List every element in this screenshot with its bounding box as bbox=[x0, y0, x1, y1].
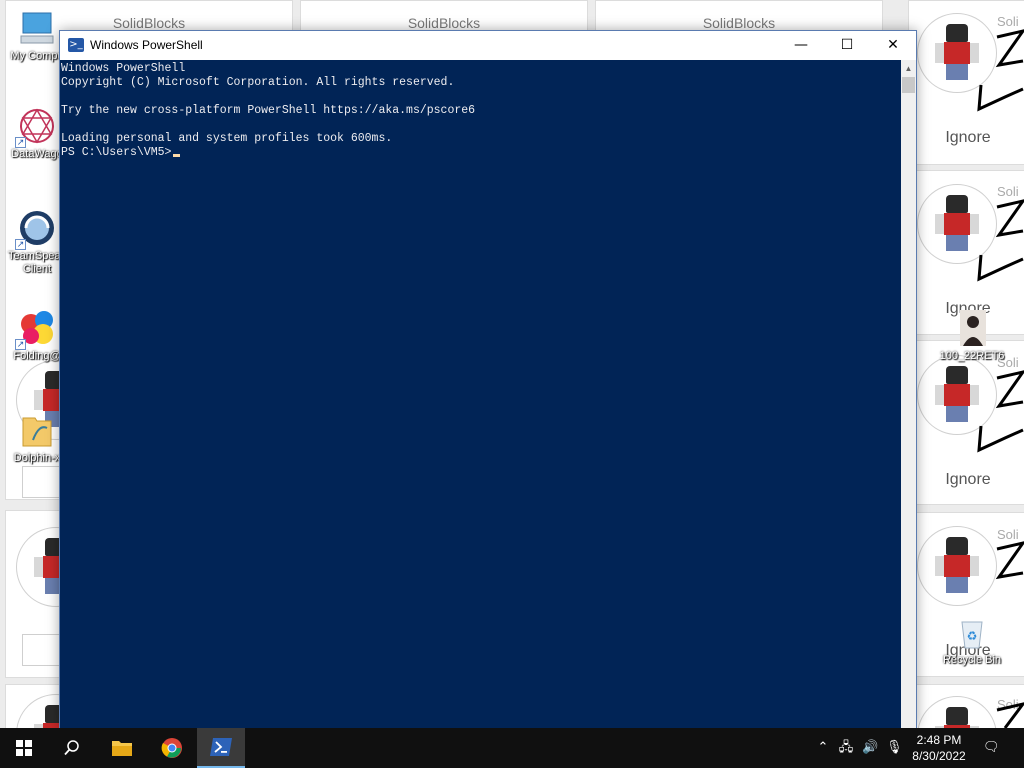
powershell-icon bbox=[210, 738, 232, 756]
chevron-up-icon[interactable]: ⌃ bbox=[815, 740, 831, 756]
powershell-window[interactable]: >_ Windows PowerShell — ☐ ✕ Windows Powe… bbox=[59, 30, 917, 728]
scrollbar-thumb[interactable] bbox=[902, 77, 915, 93]
minimize-button[interactable]: — bbox=[778, 31, 824, 60]
maximize-button[interactable]: ☐ bbox=[824, 31, 870, 60]
taskbar-chrome[interactable] bbox=[148, 728, 196, 768]
tile-title: SolidBlocks bbox=[702, 15, 776, 31]
scribble-drawing bbox=[977, 370, 1024, 453]
notifications-icon[interactable]: 🗨 bbox=[983, 740, 1000, 756]
ignore-box bbox=[22, 466, 62, 498]
svg-text:♻: ♻ bbox=[967, 629, 978, 643]
search-icon bbox=[64, 740, 79, 756]
photo-icon bbox=[952, 308, 992, 348]
desktop-icon-recycle-bin[interactable]: ♻ Recycle Bin bbox=[935, 612, 1009, 667]
taskbar-file-explorer[interactable] bbox=[98, 728, 146, 768]
file-explorer-icon bbox=[112, 741, 132, 756]
powershell-icon: >_ bbox=[68, 38, 84, 52]
desktop-icon-label: Recycle Bin bbox=[942, 654, 1002, 666]
ignore-label: Ignore bbox=[945, 129, 991, 146]
volume-icon[interactable]: 🔊 bbox=[862, 740, 878, 756]
console-line: Windows PowerShell bbox=[61, 62, 186, 75]
network-icon[interactable]: 🖧 bbox=[838, 740, 854, 756]
computer-icon bbox=[17, 8, 57, 48]
start-button[interactable] bbox=[0, 728, 48, 768]
close-button[interactable]: ✕ bbox=[870, 31, 916, 60]
taskbar-clock[interactable]: 2:48 PM 8/30/2022 bbox=[906, 732, 972, 764]
ignore-label: Ignore bbox=[945, 471, 991, 488]
tile-title: SolidBlocks bbox=[407, 15, 481, 31]
desktop-icon-label: 100_22RET6 bbox=[939, 350, 1005, 362]
scribble-drawing bbox=[996, 702, 1024, 728]
clock-time: 2:48 PM bbox=[916, 733, 962, 747]
shortcut-arrow-icon: ↗ bbox=[15, 339, 26, 350]
start-icon bbox=[16, 740, 32, 756]
dolphin-folder-icon bbox=[17, 410, 57, 450]
teamspeak-icon: ↗ bbox=[15, 208, 57, 250]
console-prompt: PS C:\Users\VM5> bbox=[61, 146, 172, 159]
search-button[interactable] bbox=[48, 728, 96, 768]
console-prompt-line[interactable]: PS C:\Users\VM5> bbox=[61, 146, 901, 160]
console-output[interactable]: Windows PowerShell Copyright (C) Microso… bbox=[60, 60, 901, 728]
chrome-icon bbox=[161, 738, 182, 758]
scribble-drawing bbox=[977, 29, 1024, 112]
folding-at-home-icon: ↗ bbox=[15, 308, 57, 350]
text-cursor bbox=[173, 154, 181, 157]
scribble-drawing bbox=[977, 199, 1024, 282]
console-line: Try the new cross-platform PowerShell ht… bbox=[61, 104, 476, 117]
window-titlebar[interactable]: >_ Windows PowerShell — ☐ ✕ bbox=[60, 31, 916, 60]
scroll-up-arrow-icon[interactable]: ▲ bbox=[901, 60, 916, 77]
window-title: Windows PowerShell bbox=[90, 38, 203, 52]
console-line: Copyright (C) Microsoft Corporation. All… bbox=[61, 76, 455, 89]
scribble-drawing bbox=[995, 541, 1024, 580]
desktop-icon-photo[interactable]: 100_22RET6 bbox=[935, 308, 1009, 363]
ignore-box bbox=[22, 634, 62, 666]
vertical-scrollbar[interactable]: ▲ bbox=[901, 60, 916, 728]
shortcut-arrow-icon: ↗ bbox=[15, 137, 26, 148]
taskbar-powershell[interactable] bbox=[197, 728, 245, 768]
datawagon-icon: ↗ bbox=[15, 106, 57, 148]
console-line: Loading personal and system profiles too… bbox=[61, 132, 393, 145]
taskbar: ⌃ 🖧 🔊 🎙 2:48 PM 8/30/2022 🗨 bbox=[0, 728, 1024, 768]
clock-date: 8/30/2022 bbox=[912, 749, 966, 763]
recycle-bin-icon: ♻ bbox=[952, 612, 992, 652]
shortcut-arrow-icon: ↗ bbox=[15, 239, 26, 250]
microphone-icon[interactable]: 🎙 bbox=[886, 740, 903, 756]
